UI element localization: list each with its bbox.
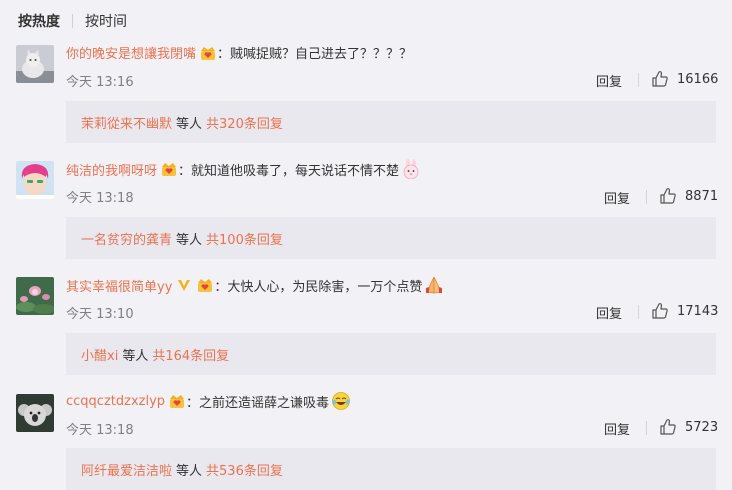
sub-reply-user[interactable]: 一名贫穷的龚青 [81, 233, 172, 248]
comment-time: 今天 13:18 [66, 423, 134, 438]
username-link[interactable]: 你的晚安是想讓我閉嘴 [66, 43, 196, 62]
avatar[interactable] [16, 277, 54, 315]
comment-line: 其实幸福很简单yy ： 大快人心，为民除害，一万个点赞 [66, 275, 444, 295]
view-replies-link[interactable]: 共164条回复 [152, 349, 229, 364]
comment-time: 今天 13:16 [66, 75, 134, 90]
thumbs-up-icon [660, 419, 676, 435]
view-replies-link[interactable]: 共320条回复 [206, 117, 283, 132]
sub-reply-others: 等人 [122, 348, 149, 364]
username-link[interactable]: 其实幸福很简单yy [66, 276, 172, 295]
avatar[interactable] [16, 161, 54, 199]
colon-separator: ： [217, 47, 231, 62]
gold-crown-heart-icon [160, 160, 178, 178]
bunny-emoji-icon [401, 159, 421, 180]
thumbs-up-icon [652, 303, 668, 319]
view-replies-link[interactable]: 共100条回复 [206, 233, 283, 248]
like-button[interactable]: 17143 [651, 302, 718, 320]
view-replies-link[interactable]: 共536条回复 [206, 464, 283, 479]
comment-text: 之前还造谣薛之谦吸毒 [199, 395, 330, 411]
colon-separator: ： [214, 279, 228, 295]
laughing-tears-emoji-icon [331, 391, 351, 411]
like-count: 8871 [685, 188, 719, 204]
gold-crown-heart-icon [199, 44, 217, 62]
gold-crown-heart-icon [196, 276, 214, 294]
comment-text: 大快人心，为民除害，一万个点赞 [227, 279, 423, 295]
sub-reply-box: 阿纤最爱洁洁啦 等人 共536条回复 [66, 448, 716, 490]
username-link[interactable]: 纯洁的我啊呀呀 [66, 160, 157, 179]
gold-crown-heart-icon [168, 392, 186, 410]
praying-hands-emoji-icon [424, 275, 444, 295]
comment-line: ccqqcztdzxzlyp ： 之前还造谣薛之谦吸毒 [66, 391, 351, 411]
like-button[interactable]: 8871 [659, 187, 718, 205]
action-divider [638, 73, 639, 87]
sort-divider [72, 14, 73, 28]
like-count: 17143 [677, 303, 719, 319]
comment-line: 你的晚安是想讓我閉嘴 ： 贼喊捉贼？自己进去了？？？？ [66, 43, 412, 62]
v-verified-icon [175, 276, 193, 294]
like-count: 16166 [677, 71, 719, 87]
reply-button[interactable]: 回复 [596, 71, 622, 90]
sub-reply-box: 小醋xi 等人 共164条回复 [66, 333, 716, 375]
reply-button[interactable]: 回复 [604, 419, 630, 438]
sub-reply-others: 等人 [176, 116, 203, 132]
sort-tab-time[interactable]: 按时间 [85, 11, 127, 31]
comment-text: 就知道他吸毒了，每天说话不情不楚 [191, 163, 400, 179]
sort-tab-hot[interactable]: 按热度 [18, 11, 60, 31]
action-divider [646, 421, 647, 435]
sub-reply-user[interactable]: 茉莉從来不幽默 [81, 117, 172, 132]
reply-button[interactable]: 回复 [596, 303, 622, 322]
avatar[interactable] [16, 394, 54, 432]
comment-line: 纯洁的我啊呀呀 ： 就知道他吸毒了，每天说话不情不楚 [66, 159, 421, 180]
comment-time: 今天 13:18 [66, 191, 134, 206]
action-divider [646, 190, 647, 204]
comment-time: 今天 13:10 [66, 307, 134, 322]
like-count: 5723 [685, 419, 719, 435]
reply-button[interactable]: 回复 [604, 188, 630, 207]
sub-reply-others: 等人 [176, 463, 203, 479]
username-link[interactable]: ccqqcztdzxzlyp [66, 394, 165, 409]
sub-reply-box: 茉莉從来不幽默 等人 共320条回复 [66, 101, 716, 143]
sub-reply-others: 等人 [176, 232, 203, 248]
like-button[interactable]: 5723 [659, 418, 718, 436]
thumbs-up-icon [660, 188, 676, 204]
sort-bar: 按热度 按时间 [18, 11, 127, 31]
sub-reply-box: 一名贫穷的龚青 等人 共100条回复 [66, 217, 716, 259]
like-button[interactable]: 16166 [651, 70, 718, 88]
sub-reply-user[interactable]: 阿纤最爱洁洁啦 [81, 464, 172, 479]
sub-reply-user[interactable]: 小醋xi [81, 349, 118, 364]
avatar[interactable] [16, 45, 54, 83]
comment-text: 贼喊捉贼？自己进去了？？？？ [230, 47, 413, 62]
colon-separator: ： [186, 395, 200, 411]
colon-separator: ： [178, 163, 192, 179]
action-divider [638, 305, 639, 319]
thumbs-up-icon [652, 71, 668, 87]
